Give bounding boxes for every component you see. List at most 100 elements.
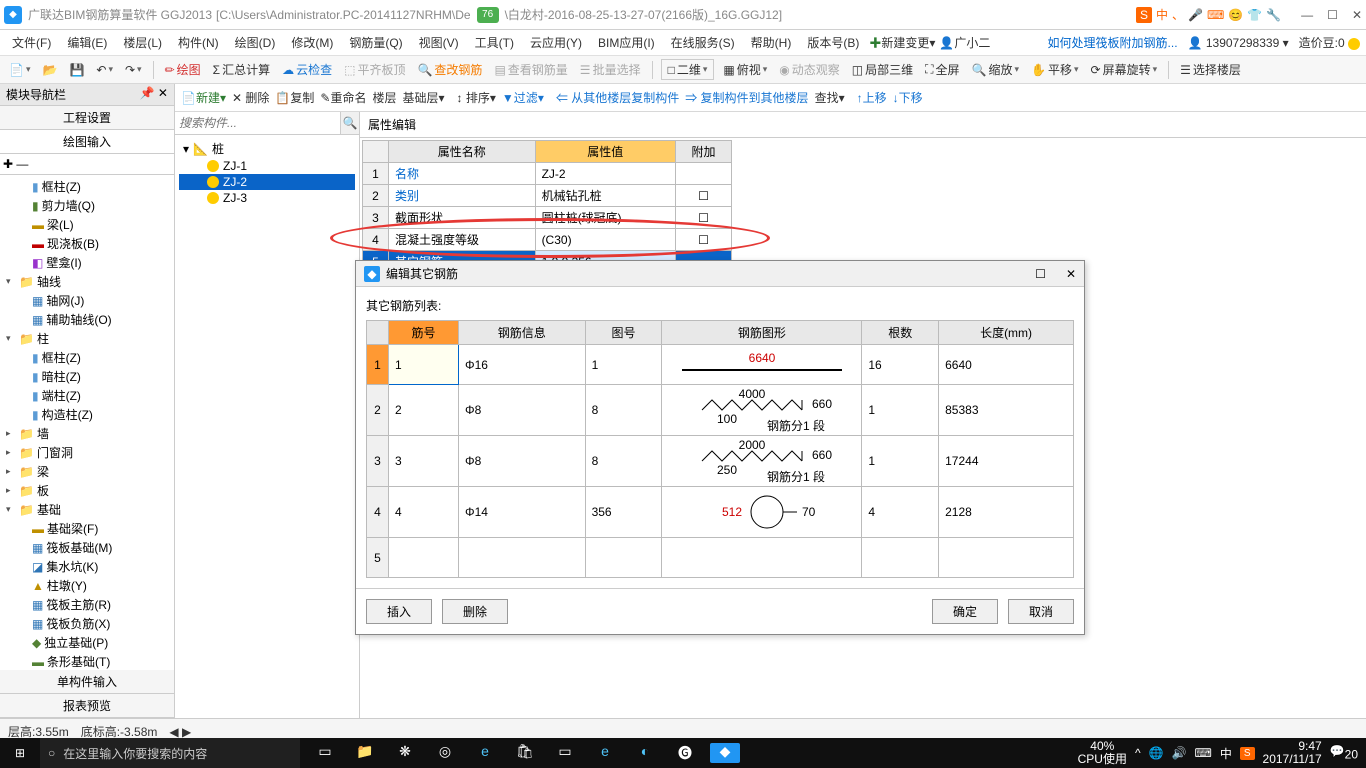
tree-jlq[interactable]: ▮剪力墙(Q) bbox=[4, 196, 170, 215]
draw-button[interactable]: ✏绘图 bbox=[162, 60, 204, 79]
menu-rebar[interactable]: 钢筋量(Q) bbox=[343, 32, 408, 53]
app-3-icon[interactable]: ▭ bbox=[550, 743, 580, 763]
rebar-row-5[interactable]: 5 bbox=[367, 538, 1074, 578]
mid-zj1[interactable]: ZJ-1 bbox=[179, 158, 355, 174]
rebar-row-2[interactable]: 2 2 Φ8 8 4000 660 100 钢筋分1 段 1 85383 bbox=[367, 385, 1074, 436]
del-comp-button[interactable]: ✕ 删除 bbox=[232, 89, 269, 106]
help-link[interactable]: 如何处理筏板附加钢筋... bbox=[1048, 34, 1178, 51]
menu-online[interactable]: 在线服务(S) bbox=[665, 32, 741, 53]
tree-bk[interactable]: ◧壁龛(I) bbox=[4, 253, 170, 272]
nav-sec-project[interactable]: 工程设置 bbox=[0, 106, 174, 130]
rebar-row-1[interactable]: 1 1 Φ16 1 6640 16 6640 bbox=[367, 345, 1074, 385]
nav-sec-draw[interactable]: 绘图输入 bbox=[0, 130, 174, 154]
insert-button[interactable]: 插入 bbox=[366, 599, 432, 624]
delete-button[interactable]: 删除 bbox=[442, 599, 508, 624]
top-view-button[interactable]: ▦ 俯视▾ bbox=[720, 60, 770, 79]
find-button[interactable]: 查找▾ bbox=[815, 89, 845, 106]
search-button[interactable]: 🔍 bbox=[340, 112, 359, 134]
fullscreen-button[interactable]: ⛶ 全屏 bbox=[922, 60, 962, 79]
pan-button[interactable]: ✋平移▾ bbox=[1028, 60, 1082, 79]
tree-liang[interactable]: ▬梁(L) bbox=[4, 215, 170, 234]
dialog-close[interactable]: ✕ bbox=[1066, 267, 1076, 281]
dyn-view-button[interactable]: ◉ 动态观察 bbox=[776, 60, 843, 79]
filter-button[interactable]: ▼过滤▾ bbox=[502, 89, 544, 106]
move-up-button[interactable]: ↑上移 bbox=[857, 89, 887, 106]
new-change-button[interactable]: ✚新建变更▾ bbox=[869, 34, 935, 51]
prop-row-4[interactable]: 4混凝土强度等级(C30)☐ bbox=[363, 229, 732, 251]
rebar-row-4[interactable]: 4 4 Φ14 356 512 70 4 2128 bbox=[367, 487, 1074, 538]
taskbar-search[interactable]: ○在这里输入你要搜索的内容 bbox=[40, 738, 300, 768]
copy-to-button[interactable]: ⇒ 复制构件到其他楼层 bbox=[685, 89, 808, 106]
view-steel2-button[interactable]: ▤ 查看钢筋量 bbox=[491, 60, 570, 79]
tree-zw[interactable]: ▦轴网(J) bbox=[4, 291, 170, 310]
nav-sec-single[interactable]: 单构件输入 bbox=[0, 670, 174, 694]
menu-edit[interactable]: 编辑(E) bbox=[61, 32, 113, 53]
app-2-icon[interactable]: ◎ bbox=[430, 743, 460, 763]
move-down-button[interactable]: ↓下移 bbox=[893, 89, 923, 106]
current-app-icon[interactable]: ◆ bbox=[710, 743, 740, 763]
tray-network-icon[interactable]: 🌐 bbox=[1149, 746, 1164, 760]
undo-button[interactable]: ↶▾ bbox=[93, 62, 116, 78]
tree-jsk[interactable]: ◪集水坑(K) bbox=[4, 557, 170, 576]
explorer-icon[interactable]: 📁 bbox=[350, 743, 380, 763]
menu-help[interactable]: 帮助(H) bbox=[745, 32, 798, 53]
rename-button[interactable]: ✎重命名 bbox=[320, 89, 366, 106]
menu-floor[interactable]: 楼层(L) bbox=[117, 32, 168, 53]
base-floor-select[interactable]: 基础层▾ bbox=[402, 89, 444, 106]
tree-fbzj[interactable]: ▦筏板主筋(R) bbox=[4, 595, 170, 614]
menu-view[interactable]: 视图(V) bbox=[413, 32, 465, 53]
menu-bim[interactable]: BIM应用(I) bbox=[592, 32, 661, 53]
view-steel-button[interactable]: 🔍查改钢筋 bbox=[414, 60, 485, 79]
open-button[interactable]: 📂 bbox=[39, 62, 60, 78]
cloud-check-button[interactable]: ☁云检查 bbox=[279, 60, 335, 79]
tree-xjb[interactable]: ▬现浇板(B) bbox=[4, 234, 170, 253]
new-file-button[interactable]: 📄▾ bbox=[6, 62, 33, 78]
menu-version[interactable]: 版本号(B) bbox=[801, 32, 865, 53]
dialog-maximize[interactable]: ☐ bbox=[1035, 267, 1046, 281]
app-4-icon[interactable]: ◐ bbox=[630, 743, 660, 763]
sum-button[interactable]: Σ 汇总计算 bbox=[210, 60, 273, 79]
tree-fzzx[interactable]: ▦辅助轴线(O) bbox=[4, 310, 170, 329]
task-view-icon[interactable]: ▭ bbox=[310, 743, 340, 763]
start-button[interactable]: ⊞ bbox=[0, 746, 40, 760]
copy-comp-button[interactable]: 📋复制 bbox=[275, 89, 314, 106]
menu-draw[interactable]: 绘图(D) bbox=[229, 32, 282, 53]
local-3d-button[interactable]: ◫ 局部三维 bbox=[849, 60, 916, 79]
tree-anz[interactable]: ▮暗柱(Z) bbox=[4, 367, 170, 386]
app-5-icon[interactable]: 🅖 bbox=[670, 743, 700, 763]
menu-modify[interactable]: 修改(M) bbox=[285, 32, 339, 53]
tree-dljc[interactable]: ◆独立基础(P) bbox=[4, 633, 170, 652]
tree-fbjc[interactable]: ▦筏板基础(M) bbox=[4, 538, 170, 557]
tree-mcd[interactable]: ▸📁门窗洞 bbox=[4, 443, 170, 462]
search-input[interactable] bbox=[175, 112, 340, 134]
notification-icon[interactable]: 💬20 bbox=[1330, 744, 1358, 761]
tree-axis[interactable]: ▾📁轴线 bbox=[4, 272, 170, 291]
tree-kz[interactable]: ▮框柱(Z) bbox=[4, 177, 170, 196]
tree-liang2[interactable]: ▸📁梁 bbox=[4, 462, 170, 481]
ie-icon[interactable]: e bbox=[590, 743, 620, 763]
tree-kz2[interactable]: ▮框柱(Z) bbox=[4, 348, 170, 367]
prop-row-2[interactable]: 2类别机械钻孔桩☐ bbox=[363, 185, 732, 207]
store-icon[interactable]: 🛍 bbox=[510, 743, 540, 763]
tree-ban[interactable]: ▸📁板 bbox=[4, 481, 170, 500]
app-1-icon[interactable]: ❋ bbox=[390, 743, 420, 763]
user-small[interactable]: 👤广小二 bbox=[939, 34, 990, 51]
rotate-button[interactable]: ⟳ 屏幕旋转▾ bbox=[1088, 60, 1161, 79]
mid-zj2[interactable]: ZJ-2 bbox=[179, 174, 355, 190]
menu-file[interactable]: 文件(F) bbox=[6, 32, 57, 53]
menu-cloud[interactable]: 云应用(Y) bbox=[524, 32, 588, 53]
menu-tools[interactable]: 工具(T) bbox=[469, 32, 520, 53]
tray-ime[interactable]: 中 bbox=[1220, 745, 1232, 762]
tree-txjc[interactable]: ▬条形基础(T) bbox=[4, 652, 170, 670]
tray-up-icon[interactable]: ^ bbox=[1135, 746, 1141, 760]
sel-floor-button[interactable]: ☰ 选择楼层 bbox=[1177, 60, 1244, 79]
tree-fbfj[interactable]: ▦筏板负筋(X) bbox=[4, 614, 170, 633]
tree-gzz[interactable]: ▮构造柱(Z) bbox=[4, 405, 170, 424]
batch-select-button[interactable]: ☰ 批量选择 bbox=[577, 60, 644, 79]
tree-jichu[interactable]: ▾📁基础 bbox=[4, 500, 170, 519]
flat-top-button[interactable]: ⬚ 平齐板顶 bbox=[341, 60, 408, 79]
ok-button[interactable]: 确定 bbox=[932, 599, 998, 624]
tree-qiang[interactable]: ▸📁墙 bbox=[4, 424, 170, 443]
tree-jcl[interactable]: ▬基础梁(F) bbox=[4, 519, 170, 538]
tray-volume-icon[interactable]: 🔊 bbox=[1172, 746, 1187, 760]
